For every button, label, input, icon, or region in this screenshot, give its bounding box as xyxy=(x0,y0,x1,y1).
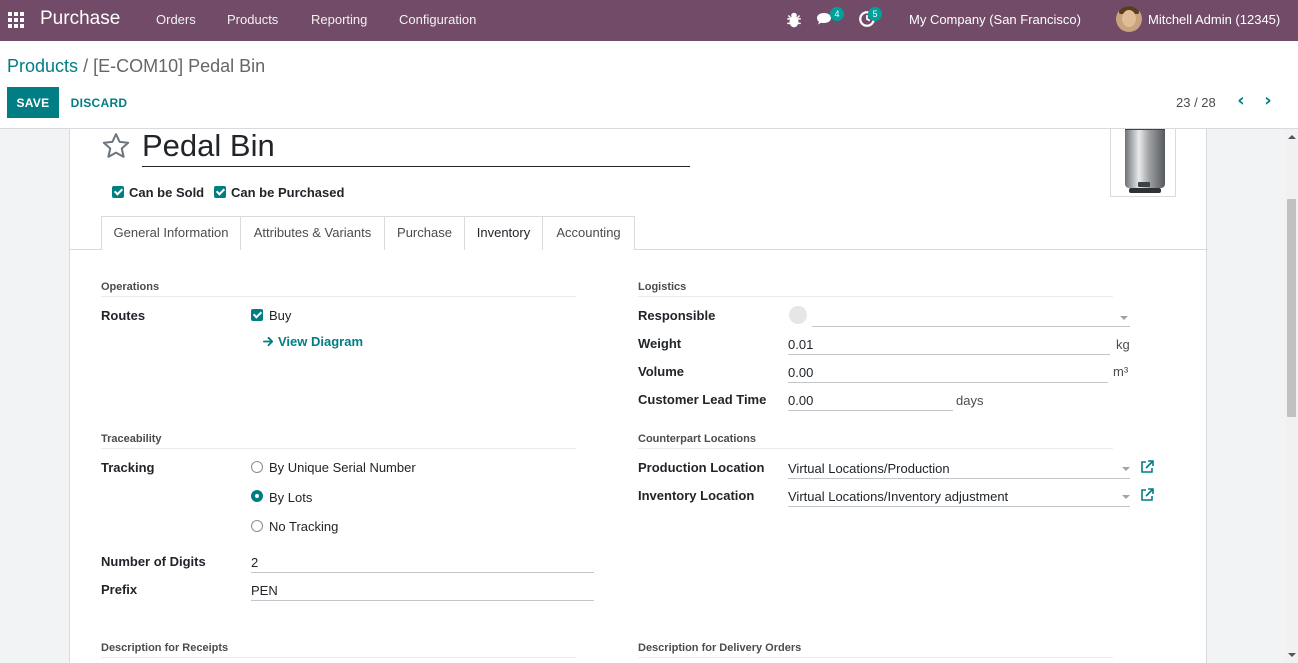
production-location-label: Production Location xyxy=(638,460,765,475)
form-content: Pedal Bin Can be Sold Can be Purchased G… xyxy=(0,129,1285,663)
breadcrumb: Products / [E-COM10] Pedal Bin xyxy=(7,56,265,77)
user-avatar[interactable] xyxy=(1116,6,1142,32)
customer-lead-time-label: Customer Lead Time xyxy=(638,392,767,407)
menu-reporting[interactable]: Reporting xyxy=(311,12,367,27)
inventory-location-field[interactable]: Virtual Locations/Inventory adjustment xyxy=(788,489,1008,504)
production-location-underline xyxy=(788,478,1130,479)
customer-lead-time-field[interactable]: 0.00 xyxy=(788,393,813,408)
external-link-icon[interactable] xyxy=(1140,488,1154,502)
inventory-location-underline xyxy=(788,506,1130,507)
traceability-section-title: Traceability xyxy=(101,433,162,445)
save-button[interactable]: SAVE xyxy=(7,87,59,118)
form-sheet: Pedal Bin Can be Sold Can be Purchased G… xyxy=(69,129,1208,663)
tracking-none-label: No Tracking xyxy=(269,519,339,534)
apps-menu-icon[interactable] xyxy=(8,12,24,28)
prefix-field[interactable]: PEN xyxy=(251,583,278,598)
delivery-description-title: Description for Delivery Orders xyxy=(638,642,802,654)
customer-lead-time-unit: days xyxy=(956,393,984,408)
can-be-purchased-checkbox[interactable] xyxy=(214,186,226,198)
delivery-section-divider xyxy=(638,657,1113,658)
receipts-description-title: Description for Receipts xyxy=(101,642,229,654)
prefix-label: Prefix xyxy=(101,582,138,597)
volume-field-underline xyxy=(788,382,1108,383)
favorite-star-icon[interactable] xyxy=(100,131,132,161)
inventory-location-dropdown-icon[interactable] xyxy=(1122,495,1130,499)
debug-bug-icon[interactable] xyxy=(785,11,803,29)
counterpart-section-divider xyxy=(638,448,1113,449)
external-link-icon[interactable] xyxy=(1140,460,1154,474)
company-switcher[interactable]: My Company (San Francisco) xyxy=(909,12,1081,27)
tracking-label: Tracking xyxy=(101,460,155,475)
chat-count-badge: 4 xyxy=(830,7,844,21)
weight-unit: kg xyxy=(1116,337,1130,352)
tab-inventory[interactable]: Inventory xyxy=(464,216,543,250)
control-panel: Products / [E-COM10] Pedal Bin SAVE DISC… xyxy=(0,41,1298,129)
breadcrumb-separator: / xyxy=(83,56,89,76)
weight-label: Weight xyxy=(638,336,682,351)
responsible-label: Responsible xyxy=(638,308,716,323)
logistics-section-divider xyxy=(638,296,1113,297)
logistics-section-title: Logistics xyxy=(638,281,687,293)
responsible-field-underline xyxy=(812,326,1130,327)
tab-attributes-variants[interactable]: Attributes & Variants xyxy=(240,216,385,250)
breadcrumb-current: [E-COM10] Pedal Bin xyxy=(93,56,266,76)
volume-label: Volume xyxy=(638,364,684,379)
tracking-serial-label: By Unique Serial Number xyxy=(269,460,416,475)
routes-label: Routes xyxy=(101,308,146,323)
scroll-up-arrow-icon[interactable] xyxy=(1288,135,1296,139)
scrollbar-thumb[interactable] xyxy=(1287,199,1296,417)
pager-next-button[interactable]: › xyxy=(1259,91,1277,111)
vertical-scrollbar[interactable] xyxy=(1285,129,1298,663)
app-name[interactable]: Purchase xyxy=(40,8,120,30)
can-be-purchased-label: Can be Purchased xyxy=(231,185,345,200)
counterpart-section-title: Counterpart Locations xyxy=(638,433,756,445)
product-name-field[interactable]: Pedal Bin xyxy=(142,129,690,167)
responsible-dropdown-icon[interactable] xyxy=(1120,316,1128,320)
tracking-lots-label: By Lots xyxy=(269,490,313,505)
tracking-serial-radio[interactable] xyxy=(251,461,263,473)
volume-unit: m³ xyxy=(1113,364,1129,379)
prefix-field-underline xyxy=(251,600,594,601)
operations-section-divider xyxy=(101,296,576,297)
tracking-lots-radio[interactable] xyxy=(251,490,263,502)
number-of-digits-underline xyxy=(251,572,594,573)
product-image[interactable] xyxy=(1110,129,1176,197)
can-be-sold-label: Can be Sold xyxy=(129,185,205,200)
arrow-right-icon xyxy=(263,336,274,347)
pager-previous-button[interactable]: ‹ xyxy=(1232,91,1250,111)
scroll-down-arrow-icon[interactable] xyxy=(1288,653,1296,657)
weight-field-underline xyxy=(788,354,1110,355)
traceability-section-divider xyxy=(101,448,576,449)
breadcrumb-products-link[interactable]: Products xyxy=(7,56,78,76)
volume-field[interactable]: 0.00 xyxy=(788,365,813,380)
tracking-none-radio[interactable] xyxy=(251,520,263,532)
tab-purchase[interactable]: Purchase xyxy=(384,216,465,250)
view-diagram-link[interactable]: View Diagram xyxy=(278,334,363,349)
operations-section-title: Operations xyxy=(101,281,160,293)
route-buy-checkbox[interactable] xyxy=(251,309,263,321)
tab-general-information[interactable]: General Information xyxy=(101,216,241,250)
receipts-section-divider xyxy=(101,657,576,658)
inventory-location-label: Inventory Location xyxy=(638,488,755,503)
pager-value[interactable]: 23 / 28 xyxy=(1176,95,1216,110)
production-location-dropdown-icon[interactable] xyxy=(1122,467,1130,471)
can-be-sold-checkbox[interactable] xyxy=(112,186,124,198)
user-menu[interactable]: Mitchell Admin (12345) xyxy=(1148,12,1280,27)
discard-button[interactable]: DISCARD xyxy=(64,87,134,118)
weight-field[interactable]: 0.01 xyxy=(788,337,813,352)
activity-count-badge: 5 xyxy=(868,7,882,21)
number-of-digits-field[interactable]: 2 xyxy=(251,555,258,570)
menu-orders[interactable]: Orders xyxy=(156,12,196,27)
responsible-avatar xyxy=(789,306,807,324)
route-buy-label: Buy xyxy=(269,308,292,323)
top-navbar: Purchase Orders Products Reporting Confi… xyxy=(0,0,1298,41)
number-of-digits-label: Number of Digits xyxy=(101,554,206,569)
production-location-field[interactable]: Virtual Locations/Production xyxy=(788,461,950,476)
menu-products[interactable]: Products xyxy=(227,12,278,27)
customer-lead-time-underline xyxy=(788,410,953,411)
tab-accounting[interactable]: Accounting xyxy=(542,216,635,250)
menu-configuration[interactable]: Configuration xyxy=(399,12,476,27)
